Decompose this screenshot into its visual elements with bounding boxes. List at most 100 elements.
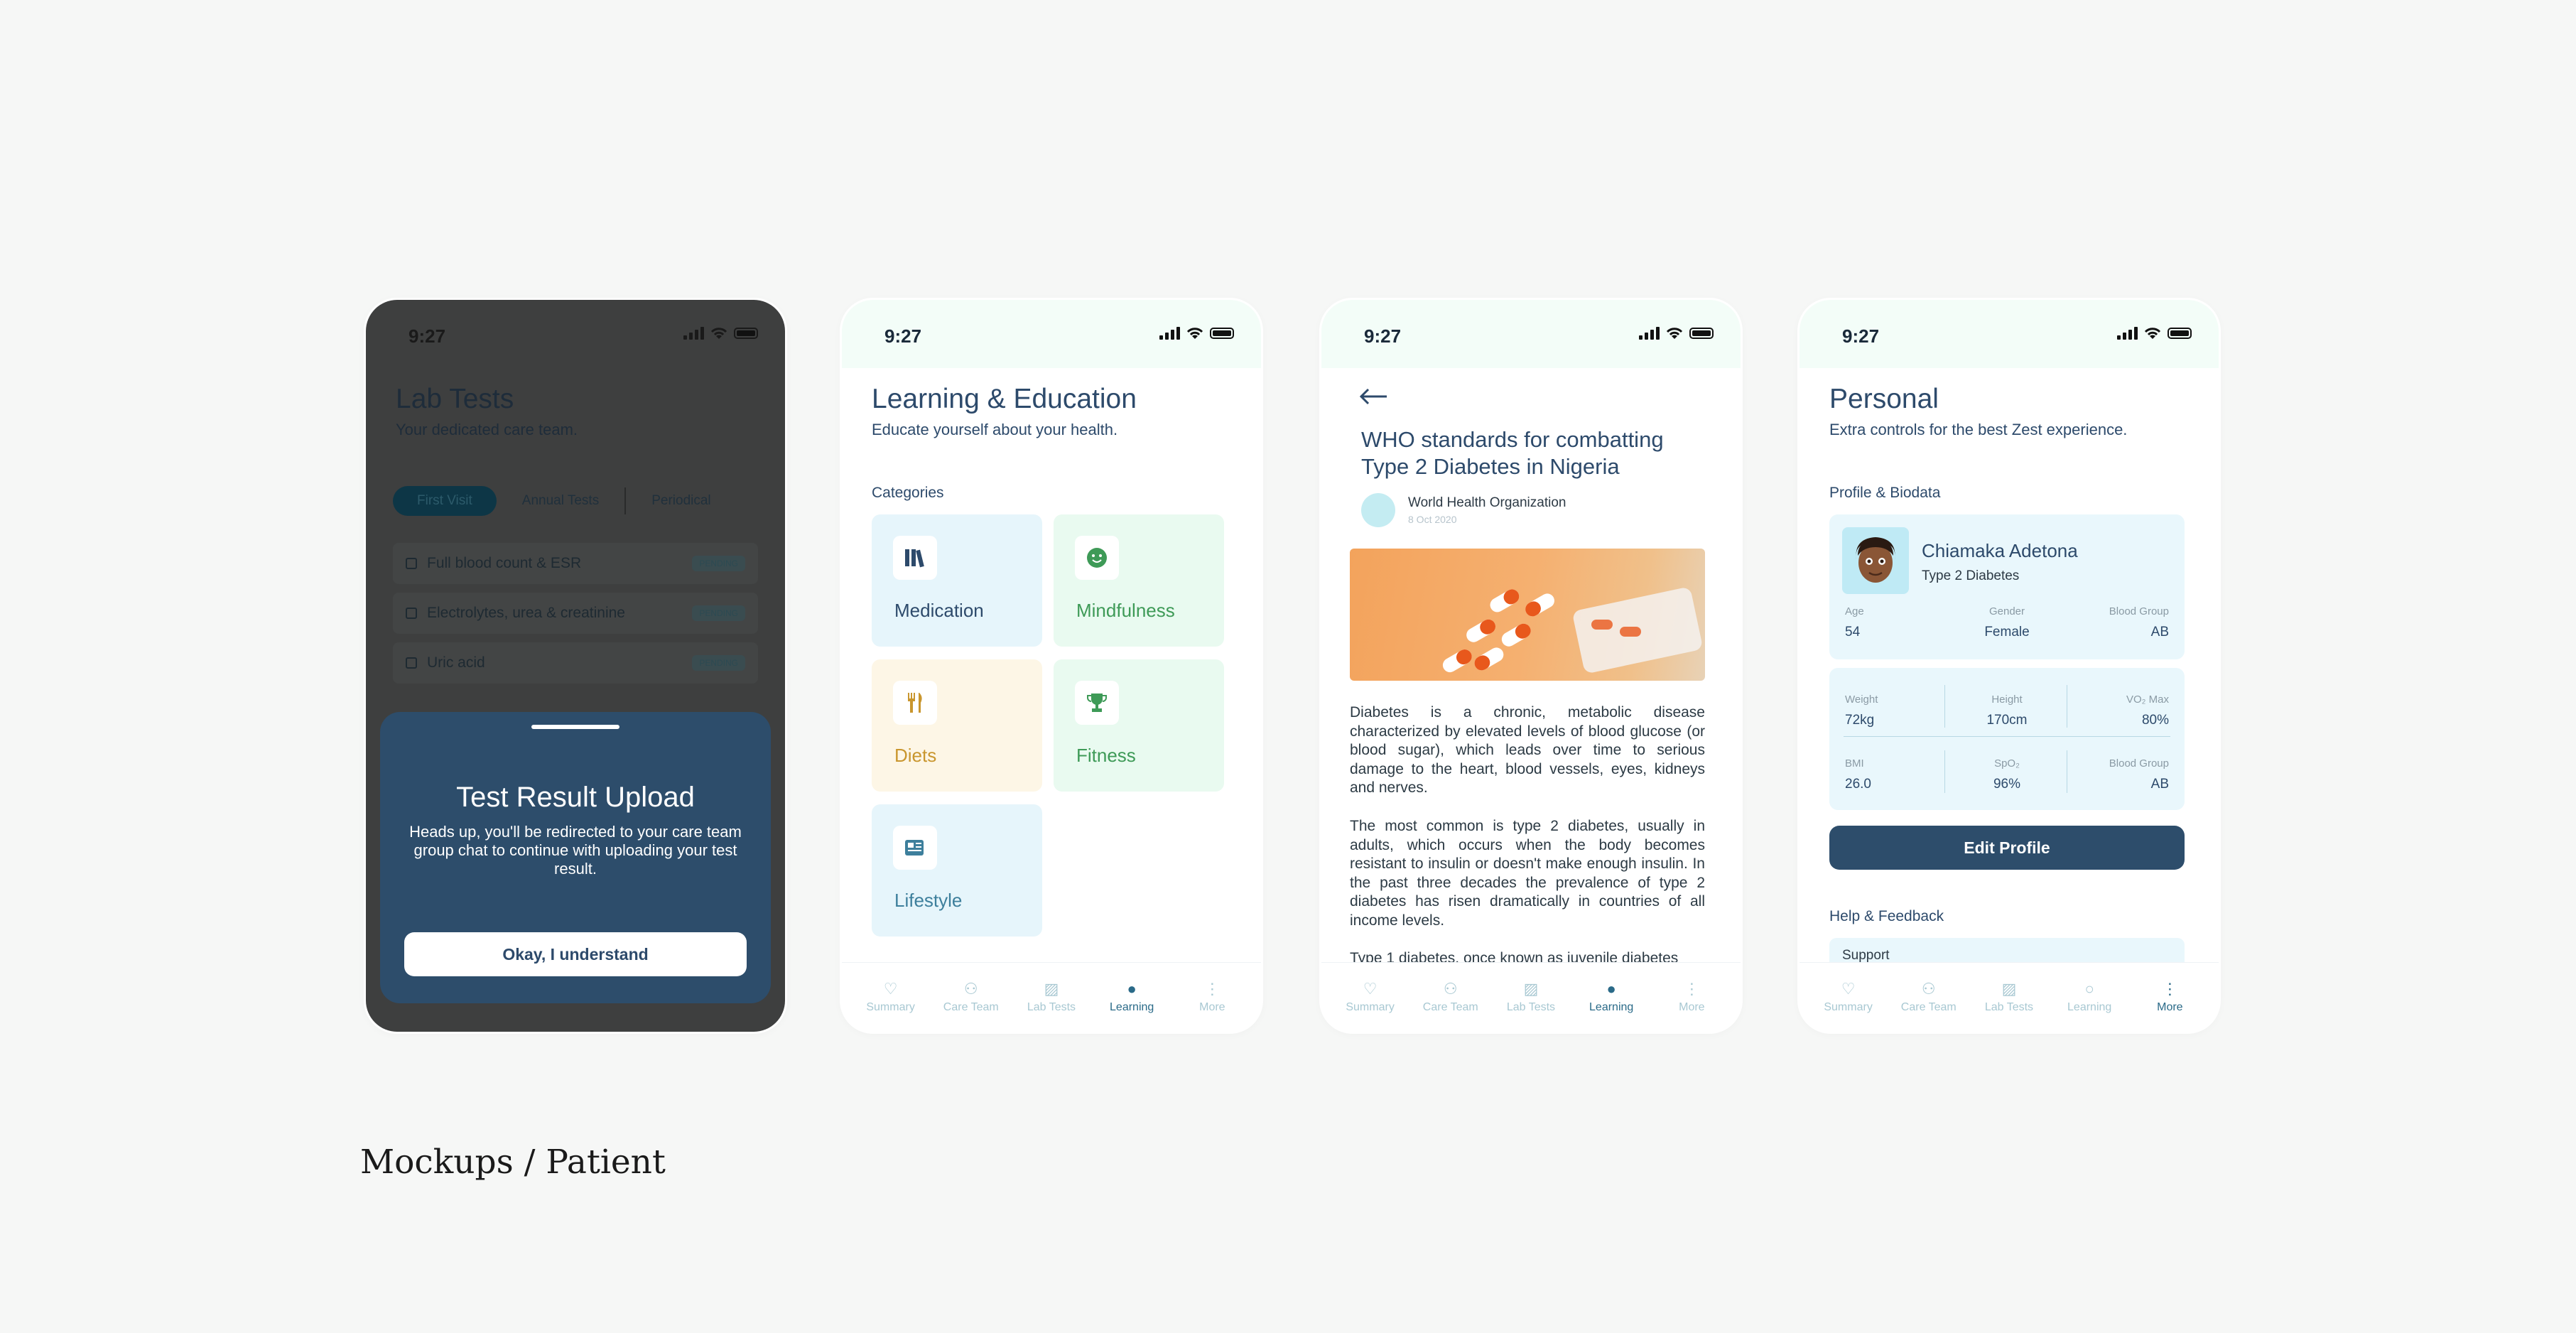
avatar xyxy=(1361,493,1395,527)
field-value: 72kg xyxy=(1845,713,1875,728)
field-value: Female xyxy=(1984,625,2030,639)
tab-more[interactable]: ⋮ More xyxy=(2134,963,2205,1032)
status-bar: 9:27 xyxy=(842,300,1261,368)
tab-learning[interactable]: ● Learning xyxy=(1096,963,1167,1032)
battery-icon xyxy=(1689,328,1714,339)
profile-card[interactable]: Chiamaka Adetona Type 2 Diabetes Age 54 G… xyxy=(1829,514,2185,659)
tab-label: Care Team xyxy=(1422,1000,1478,1013)
list-item[interactable]: Full blood count & ESR PENDING xyxy=(393,543,758,584)
category-label: Lifestyle xyxy=(894,890,963,911)
checkbox[interactable] xyxy=(406,608,417,619)
wifi-icon xyxy=(1186,328,1203,339)
tab-label: Lab Tests xyxy=(1506,1000,1556,1013)
signal-icon xyxy=(1639,327,1660,340)
tab-label: More xyxy=(1679,1000,1705,1013)
article-paragraph: Diabetes is a chronic, metabolic disease… xyxy=(1350,704,1705,796)
divider xyxy=(1944,750,1945,793)
back-arrow-icon[interactable] xyxy=(1358,388,1388,405)
cutlery-icon xyxy=(893,681,937,725)
tab-care-team[interactable]: ⚇ Care Team xyxy=(936,963,1007,1032)
tab-label: Summary xyxy=(1824,1000,1873,1013)
more-icon: ⋮ xyxy=(1204,979,1221,998)
field-label: Age xyxy=(1845,605,1864,617)
segment-annual-tests[interactable]: Annual Tests xyxy=(497,486,624,516)
article-title: WHO standards for combatting Type 2 Diab… xyxy=(1361,427,1664,479)
status-icons xyxy=(683,327,758,340)
vital-height: Height 170cm xyxy=(1971,694,2042,728)
tab-lab-tests[interactable]: ▨ Lab Tests xyxy=(1016,963,1087,1032)
chart-icon: ▨ xyxy=(1523,979,1539,998)
bio-blood-group: Blood Group AB xyxy=(2109,605,2169,640)
support-label: Support xyxy=(1842,948,1890,963)
segment-first-visit[interactable]: First Visit xyxy=(393,486,497,516)
category-medication[interactable]: Medication xyxy=(872,514,1042,647)
category-lifestyle[interactable]: Lifestyle xyxy=(872,804,1042,937)
wifi-icon xyxy=(710,328,727,339)
more-icon: ⋮ xyxy=(2162,979,2178,998)
bottom-tab-bar: ♡ Summary ⚇ Care Team ▨ Lab Tests ● Learning… xyxy=(842,962,1261,1032)
field-value: 170cm xyxy=(1986,713,2028,728)
wifi-icon xyxy=(2144,328,2161,339)
tab-label: Summary xyxy=(1346,1000,1395,1013)
people-icon: ⚇ xyxy=(1443,979,1458,998)
category-label: Mindfulness xyxy=(1076,600,1175,621)
learning-screen: 9:27 Learning & Education Educate yourse… xyxy=(842,300,1261,1032)
page-title: Learning & Education xyxy=(872,384,1137,414)
tab-label: Lab Tests xyxy=(1984,1000,2034,1013)
field-value: AB xyxy=(2150,625,2169,639)
status-icons xyxy=(2117,327,2192,340)
tab-summary[interactable]: ♡ Summary xyxy=(855,963,926,1032)
tab-learning[interactable]: ○ Learning xyxy=(2054,963,2125,1032)
page-subtitle: Extra controls for the best Zest experie… xyxy=(1829,421,2128,438)
list-item[interactable]: Uric acid PENDING xyxy=(393,642,758,684)
test-label: Electrolytes, urea & creatinine xyxy=(427,605,625,621)
checkbox[interactable] xyxy=(406,657,417,669)
checkbox[interactable] xyxy=(406,558,417,569)
status-icons xyxy=(1639,327,1714,340)
tab-care-team[interactable]: ⚇ Care Team xyxy=(1893,963,1964,1032)
sheet-handle[interactable] xyxy=(531,725,619,729)
category-diets[interactable]: Diets xyxy=(872,659,1042,792)
tab-learning[interactable]: ● Learning xyxy=(1576,963,1647,1032)
lab-tests-screen: 9:27 Lab Tests Your dedicated care team.… xyxy=(366,300,785,1032)
category-fitness[interactable]: Fitness xyxy=(1054,659,1224,792)
article-date: 8 Oct 2020 xyxy=(1408,514,1457,525)
author-name: World Health Organization xyxy=(1408,495,1566,510)
tab-label: Summary xyxy=(866,1000,915,1013)
status-bar: 9:27 xyxy=(1800,300,2219,368)
category-mindfulness[interactable]: Mindfulness xyxy=(1054,514,1224,647)
sheet-title: Test Result Upload xyxy=(456,782,695,813)
help-heading: Help & Feedback xyxy=(1829,908,1944,924)
tab-label: Lab Tests xyxy=(1027,1000,1076,1013)
battery-icon xyxy=(734,328,758,339)
battery-icon xyxy=(2168,328,2192,339)
heart-icon: ♡ xyxy=(1841,979,1856,998)
tab-summary[interactable]: ♡ Summary xyxy=(1335,963,1406,1032)
segment-periodical[interactable]: Periodical xyxy=(626,486,736,516)
vital-spo2: SpO₂ 96% xyxy=(1971,757,2042,792)
status-time: 9:27 xyxy=(884,325,922,347)
tab-more[interactable]: ⋮ More xyxy=(1176,963,1248,1032)
smile-icon xyxy=(1075,536,1119,580)
tab-summary[interactable]: ♡ Summary xyxy=(1813,963,1884,1032)
tab-more[interactable]: ⋮ More xyxy=(1656,963,1727,1032)
chart-icon: ▨ xyxy=(2001,979,2017,998)
page-title: Personal xyxy=(1829,384,1939,414)
books-icon xyxy=(893,536,937,580)
field-label: Blood Group xyxy=(2109,757,2169,770)
tab-care-team[interactable]: ⚇ Care Team xyxy=(1415,963,1486,1032)
divider xyxy=(1944,685,1945,728)
newspaper-icon xyxy=(893,826,937,870)
confirm-button[interactable]: Okay, I understand xyxy=(404,932,747,976)
tab-lab-tests[interactable]: ▨ Lab Tests xyxy=(1495,963,1566,1032)
list-item[interactable]: Electrolytes, urea & creatinine PENDING xyxy=(393,593,758,634)
article-author: World Health Organization 8 Oct 2020 xyxy=(1361,493,1566,527)
battery-icon xyxy=(1210,328,1234,339)
signal-icon xyxy=(2117,327,2138,340)
bulb-icon: ○ xyxy=(2084,979,2094,998)
signal-icon xyxy=(683,327,704,340)
tab-lab-tests[interactable]: ▨ Lab Tests xyxy=(1974,963,2045,1032)
signal-icon xyxy=(1159,327,1180,340)
page-subtitle: Your dedicated care team. xyxy=(396,421,578,438)
edit-profile-button[interactable]: Edit Profile xyxy=(1829,826,2185,870)
